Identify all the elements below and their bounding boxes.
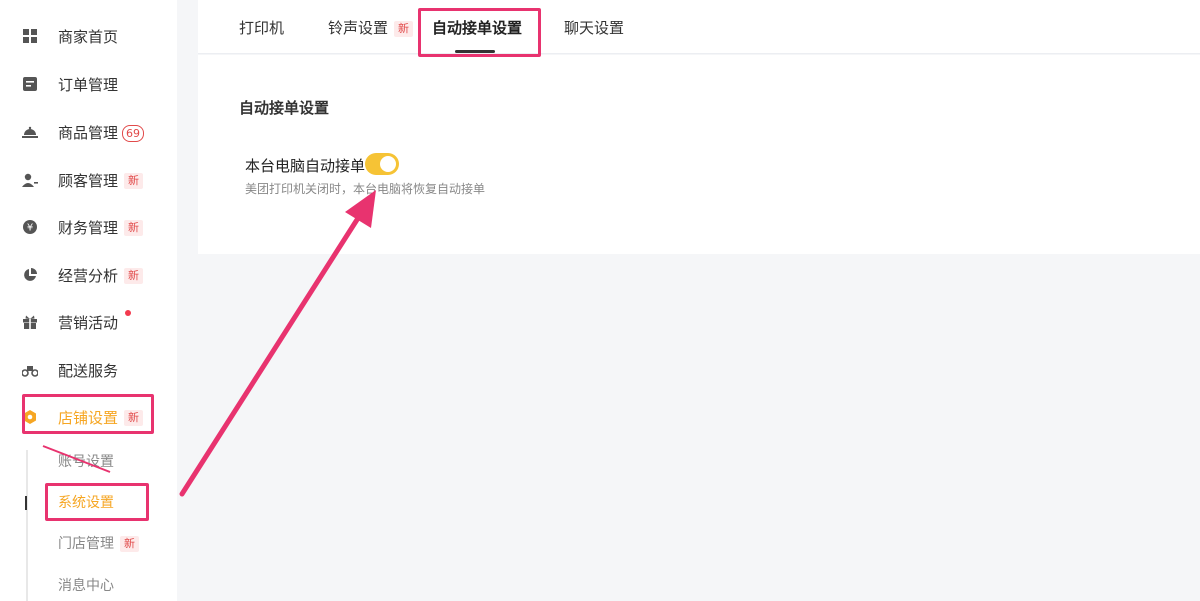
- new-badge: 新: [394, 20, 414, 37]
- sub-item-label: 门店管理: [58, 536, 114, 552]
- gift-icon: [22, 314, 38, 330]
- nav-label-text: 顾客管理: [58, 171, 119, 190]
- count-badge: 69: [122, 124, 145, 142]
- nav-label-text: 经营分析: [58, 266, 119, 285]
- order-icon: [22, 76, 38, 92]
- nav-label: 商品管理 69: [58, 122, 145, 143]
- nav-label: 配送服务: [58, 361, 119, 380]
- tab-ringtone-settings[interactable]: 铃声设置新: [328, 0, 414, 53]
- nav-item-orders[interactable]: 订单管理: [0, 64, 177, 104]
- nav-item-customers[interactable]: 顾客管理新: [0, 160, 177, 200]
- nav-item-marketing[interactable]: 营销活动: [0, 302, 177, 342]
- highlight-box-tab: [418, 8, 541, 57]
- nav-item-delivery[interactable]: 配送服务: [0, 350, 177, 390]
- nav-label-text: 商品管理: [58, 123, 119, 142]
- tab-printer[interactable]: 打印机: [239, 0, 284, 53]
- auto-accept-hint: 美团打印机关闭时，本台电脑将恢复自动接单: [245, 182, 486, 196]
- finance-icon: ¥: [22, 219, 38, 235]
- nav-item-analysis[interactable]: 经营分析新: [0, 255, 177, 295]
- nav-label: 顾客管理新: [58, 170, 144, 191]
- auto-accept-panel: 自动接单设置 本台电脑自动接单 美团打印机关闭时，本台电脑将恢复自动接单: [198, 55, 1200, 254]
- nav-label: 财务管理新: [58, 217, 144, 238]
- annotation-arrow-main: [179, 212, 363, 497]
- highlight-box-store-settings: [22, 394, 154, 434]
- nav-label: 营销活动: [58, 313, 119, 332]
- new-badge: 新: [124, 268, 144, 284]
- auto-accept-label: 本台电脑自动接单: [245, 157, 366, 175]
- svg-text:¥: ¥: [27, 223, 33, 234]
- new-badge: 新: [124, 220, 144, 236]
- nav-label-text: 财务管理: [58, 218, 119, 237]
- toggle-knob: [380, 156, 396, 172]
- submenu-guide-line: [26, 450, 28, 601]
- dashboard-icon: [22, 28, 38, 44]
- new-badge: 新: [124, 173, 144, 189]
- highlight-box-system-settings: [45, 483, 149, 521]
- new-badge: 新: [120, 536, 139, 552]
- sub-item-message-center[interactable]: 消息中心: [58, 574, 114, 598]
- goods-icon: [22, 124, 38, 140]
- settings-tab-bar: 打印机 铃声设置新 自动接单设置 聊天设置: [198, 0, 1200, 54]
- notification-dot: [125, 310, 131, 316]
- nav-label: 经营分析新: [58, 265, 144, 286]
- sub-item-account-settings[interactable]: 账号设置: [58, 450, 114, 474]
- tab-label: 铃声设置: [328, 19, 389, 37]
- delivery-icon: [22, 362, 38, 378]
- analysis-icon: [22, 267, 38, 283]
- customer-icon: [22, 172, 38, 188]
- tab-chat-settings[interactable]: 聊天设置: [564, 0, 624, 53]
- sub-item-store-management[interactable]: 门店管理新: [58, 532, 139, 556]
- nav-label: 商家首页: [58, 27, 119, 46]
- nav-item-finance[interactable]: ¥ 财务管理新: [0, 207, 177, 247]
- section-title: 自动接单设置: [239, 99, 330, 117]
- auto-accept-toggle[interactable]: [365, 153, 399, 175]
- nav-item-goods[interactable]: 商品管理 69: [0, 112, 177, 152]
- nav-item-home[interactable]: 商家首页: [0, 16, 177, 56]
- active-indicator: [25, 496, 27, 510]
- nav-label: 订单管理: [58, 75, 119, 94]
